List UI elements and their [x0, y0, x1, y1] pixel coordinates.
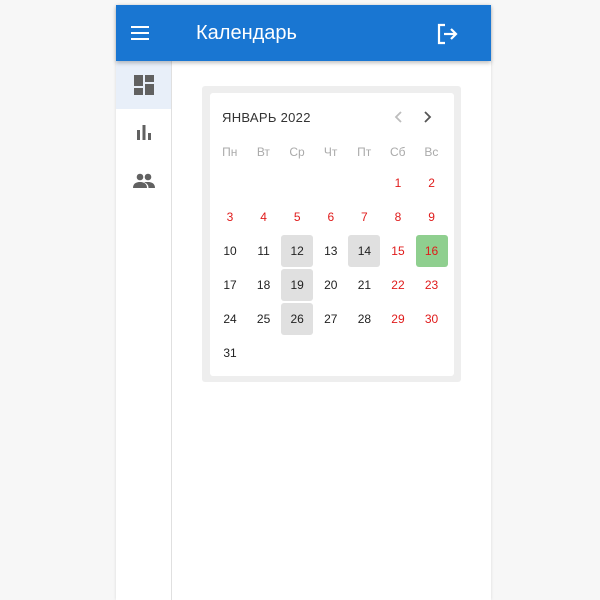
next-month-button[interactable]: [417, 107, 437, 127]
weekday-label: Пт: [357, 145, 372, 159]
calendar-day[interactable]: 13: [315, 235, 347, 267]
calendar-frame: ЯНВАРЬ 2022 Пн Вт Ср Чт Пт Сб Вс 1 2 3 4 5 6 7 8 9 10 11…: [202, 86, 461, 382]
calendar-day-empty: [281, 167, 313, 199]
prev-month-button[interactable]: [389, 107, 409, 127]
sidebar: [116, 61, 172, 600]
calendar-day[interactable]: 3: [214, 201, 246, 233]
calendar-day[interactable]: 17: [214, 269, 246, 301]
logout-icon: [437, 23, 458, 45]
sidebar-item-statistics[interactable]: [116, 109, 171, 157]
calendar-day[interactable]: 12: [281, 235, 314, 267]
calendar-day[interactable]: 5: [281, 201, 313, 233]
calendar-day[interactable]: 14: [348, 235, 381, 267]
dashboard-icon: [133, 75, 154, 95]
hamburger-icon-line: [131, 38, 149, 40]
calendar-day[interactable]: 7: [348, 201, 380, 233]
calendar-day-empty: [248, 167, 280, 199]
weekday-label: Сб: [389, 145, 406, 159]
sidebar-item-dashboard[interactable]: [116, 61, 171, 109]
calendar-day[interactable]: 22: [382, 269, 414, 301]
weekday-label: Вс: [424, 145, 439, 159]
app-window: Календарь ЯНВАРЬ 2022 Пн Вт Ср Чт Пт Сб …: [116, 5, 491, 600]
chevron-left-icon: [394, 111, 402, 123]
calendar-day[interactable]: 2: [416, 167, 448, 199]
calendar-day-empty: [214, 167, 246, 199]
weekday-label: Ср: [289, 145, 305, 159]
calendar-day[interactable]: 27: [315, 303, 347, 335]
calendar-day-empty: [315, 167, 347, 199]
calendar-day[interactable]: 23: [416, 269, 448, 301]
calendar-day[interactable]: 11: [248, 235, 280, 267]
sidebar-item-users[interactable]: [116, 157, 171, 205]
weekday-label: Пн: [222, 145, 238, 159]
calendar-day[interactable]: 28: [348, 303, 380, 335]
calendar-day[interactable]: 25: [248, 303, 280, 335]
calendar-day[interactable]: 6: [315, 201, 347, 233]
weekday-label: Чт: [323, 145, 338, 159]
app-bar: Календарь: [116, 5, 491, 61]
bar-chart-icon: [136, 125, 151, 140]
calendar-month-label: ЯНВАРЬ 2022: [222, 110, 311, 125]
hamburger-icon-line: [131, 26, 149, 28]
weekday-label: Вт: [256, 145, 270, 159]
calendar-day[interactable]: 10: [214, 235, 246, 267]
calendar-day-empty: [348, 167, 380, 199]
calendar-day[interactable]: 26: [281, 303, 314, 335]
calendar-day[interactable]: 30: [416, 303, 448, 335]
menu-button[interactable]: [126, 17, 154, 49]
calendar-day[interactable]: 21: [348, 269, 380, 301]
calendar-day[interactable]: 1: [382, 167, 414, 199]
people-icon: [132, 173, 155, 188]
calendar-day[interactable]: 8: [382, 201, 414, 233]
calendar-day[interactable]: 31: [214, 337, 246, 369]
hamburger-icon-line: [131, 32, 149, 34]
calendar-day[interactable]: 29: [382, 303, 414, 335]
weekday-header: Пн Вт Ср Чт Пт Сб Вс: [213, 145, 448, 159]
chevron-right-icon: [424, 111, 432, 123]
calendar: ЯНВАРЬ 2022 Пн Вт Ср Чт Пт Сб Вс 1 2 3 4 5 6 7 8 9 10 11…: [210, 93, 454, 376]
calendar-day[interactable]: 15: [382, 235, 414, 267]
calendar-day[interactable]: 19: [281, 269, 314, 301]
calendar-day[interactable]: 4: [248, 201, 280, 233]
calendar-days-grid: 1 2 3 4 5 6 7 8 9 10 11 12 13 14 15 16 17 18 19 20 21 22 23 24 2…: [213, 166, 448, 370]
page-title: Календарь: [196, 22, 297, 44]
calendar-day[interactable]: 9: [416, 201, 448, 233]
logout-button[interactable]: [432, 19, 462, 49]
calendar-day[interactable]: 24: [214, 303, 246, 335]
calendar-day[interactable]: 20: [315, 269, 347, 301]
calendar-day[interactable]: 18: [248, 269, 280, 301]
calendar-day-today[interactable]: 16: [415, 235, 448, 267]
main-content: ЯНВАРЬ 2022 Пн Вт Ср Чт Пт Сб Вс 1 2 3 4 5 6 7 8 9 10 11…: [172, 61, 491, 600]
